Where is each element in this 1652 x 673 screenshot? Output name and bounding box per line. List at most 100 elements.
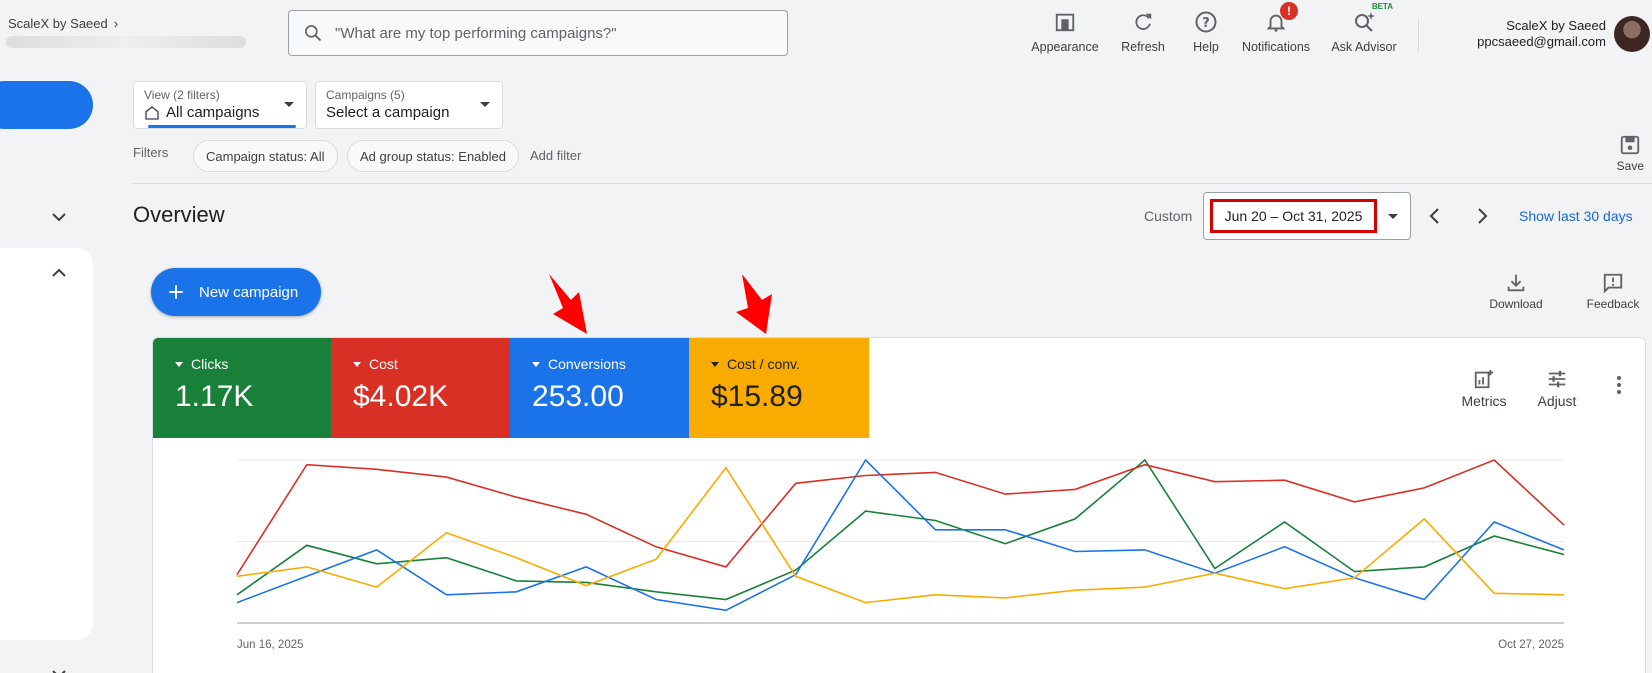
metric-tile-clicks[interactable]: Clicks 1.17K xyxy=(153,338,331,438)
header-divider xyxy=(1418,18,1419,52)
campaign-selector[interactable]: Campaigns (5) Select a campaign xyxy=(315,81,503,129)
dropdown-caret-icon xyxy=(284,102,294,107)
metrics-button[interactable]: Metrics xyxy=(1454,368,1514,409)
page-title: Overview xyxy=(133,202,225,227)
advisor-icon xyxy=(1355,12,1375,32)
new-campaign-button[interactable]: New campaign xyxy=(151,268,321,316)
series-line-cost-conv- xyxy=(236,466,1565,604)
metric-name: Cost xyxy=(369,356,398,372)
view-selector-underline xyxy=(148,125,296,128)
download-label: Download xyxy=(1489,297,1543,311)
view-selector-value: All campaigns xyxy=(166,104,260,121)
chart-add-icon xyxy=(1474,369,1494,389)
help-label: Help xyxy=(1193,40,1219,54)
metric-value: 253.00 xyxy=(532,380,624,413)
save-icon xyxy=(1621,135,1640,155)
annotation-arrow-icon xyxy=(549,274,587,334)
download-icon xyxy=(1507,274,1525,292)
performance-line-chart: Jun 16, 2025 Oct 27, 2025 xyxy=(236,458,1565,651)
chevron-right-icon: › xyxy=(113,16,119,31)
avatar[interactable] xyxy=(1614,16,1650,52)
feedback-icon xyxy=(1603,273,1623,294)
save-label: Save xyxy=(1616,159,1644,173)
notifications-button[interactable]: ! Notifications xyxy=(1237,2,1315,54)
filter-chip-campaign-status[interactable]: Campaign status: All xyxy=(193,140,338,172)
help-button[interactable]: ? Help xyxy=(1186,8,1226,54)
metric-value: $4.02K xyxy=(353,380,449,413)
chevron-up-icon[interactable] xyxy=(47,261,71,285)
rail-nav-panel xyxy=(0,248,93,640)
metric-name: Clicks xyxy=(191,356,229,372)
user-info[interactable]: ScaleX by Saeed ppcsaeed@gmail.com xyxy=(1477,18,1606,50)
date-range-type: Custom xyxy=(1144,208,1193,224)
refresh-icon xyxy=(1135,13,1152,30)
tune-icon xyxy=(1548,370,1566,388)
search-icon xyxy=(305,25,322,42)
appearance-button[interactable]: Appearance xyxy=(1030,8,1100,54)
new-campaign-label: New campaign xyxy=(199,283,299,301)
dropdown-caret-icon xyxy=(175,361,183,367)
chart-series-group xyxy=(236,458,1565,612)
adjust-button[interactable]: Adjust xyxy=(1529,368,1585,409)
annotation-arrow-icon xyxy=(736,274,772,334)
performance-card: Clicks 1.17K Cost $4.02K Conversions 253… xyxy=(152,337,1646,673)
view-selector-caption: View (2 filters) xyxy=(144,88,220,102)
rail-create-button[interactable] xyxy=(0,81,93,129)
account-switcher[interactable]: ScaleX by Saeed › xyxy=(8,16,118,31)
add-filter-button[interactable]: Add filter xyxy=(530,148,581,163)
show-last-30-days-link[interactable]: Show last 30 days xyxy=(1519,208,1633,224)
store-icon xyxy=(145,105,159,120)
user-name: ScaleX by Saeed xyxy=(1506,18,1606,33)
filter-chip-ad-group-status[interactable]: Ad group status: Enabled xyxy=(347,140,519,172)
chevron-down-icon[interactable] xyxy=(47,662,71,673)
feedback-button[interactable]: Feedback xyxy=(1582,272,1644,311)
dropdown-caret-icon xyxy=(1388,214,1398,219)
appearance-icon xyxy=(1055,13,1075,32)
filters-label: Filters xyxy=(133,145,169,160)
series-line-cost xyxy=(236,459,1565,576)
account-name: ScaleX by Saeed xyxy=(8,16,108,31)
metric-tile-cost[interactable]: Cost $4.02K xyxy=(331,338,511,438)
metrics-label: Metrics xyxy=(1461,393,1507,409)
search-bar[interactable]: "What are my top performing campaigns?" xyxy=(288,10,788,56)
campaign-selector-value: Select a campaign xyxy=(326,104,450,121)
ask-advisor-button[interactable]: BETA Ask Advisor xyxy=(1328,2,1400,54)
chevron-right-icon[interactable] xyxy=(1470,204,1494,228)
chevron-down-icon[interactable] xyxy=(47,205,71,229)
notifications-label: Notifications xyxy=(1241,40,1311,54)
metric-tile-conversions[interactable]: Conversions 253.00 xyxy=(510,338,690,438)
metric-name: Conversions xyxy=(548,356,626,372)
chevron-left-icon[interactable] xyxy=(1423,204,1447,228)
search-placeholder: "What are my top performing campaigns?" xyxy=(335,24,617,42)
series-line-conversions xyxy=(236,458,1565,612)
refresh-button[interactable]: Refresh xyxy=(1117,8,1169,54)
help-icon: ? xyxy=(1195,11,1217,33)
user-email: ppcsaeed@gmail.com xyxy=(1477,34,1606,49)
dropdown-caret-icon xyxy=(353,361,361,367)
svg-text:?: ? xyxy=(1202,16,1210,31)
feedback-label: Feedback xyxy=(1586,297,1640,311)
metric-value: $15.89 xyxy=(711,380,803,413)
adjust-label: Adjust xyxy=(1537,393,1577,409)
account-id-redacted xyxy=(6,36,246,48)
dropdown-caret-icon xyxy=(532,361,540,367)
x-axis-end-label: Oct 27, 2025 xyxy=(1498,639,1564,651)
ask-advisor-label: Ask Advisor xyxy=(1331,40,1397,54)
more-options-icon[interactable] xyxy=(1617,376,1621,397)
download-button[interactable]: Download xyxy=(1486,272,1546,311)
metric-value: 1.17K xyxy=(175,380,254,413)
view-selector[interactable]: View (2 filters) All campaigns xyxy=(133,81,307,129)
dropdown-caret-icon xyxy=(711,361,719,367)
x-axis-start-label: Jun 16, 2025 xyxy=(237,639,304,651)
plus-icon xyxy=(169,285,183,299)
metric-name: Cost / conv. xyxy=(727,356,800,372)
series-line-clicks xyxy=(236,458,1565,601)
date-range-value: Jun 20 – Oct 31, 2025 xyxy=(1210,199,1377,233)
campaign-selector-caption: Campaigns (5) xyxy=(326,88,405,102)
metric-tile-cost-per-conv[interactable]: Cost / conv. $15.89 xyxy=(689,338,869,438)
section-divider xyxy=(133,183,1652,184)
save-button[interactable]: Save xyxy=(1617,134,1644,173)
date-range-picker[interactable]: Jun 20 – Oct 31, 2025 xyxy=(1203,192,1411,240)
dropdown-caret-icon xyxy=(480,102,490,107)
appearance-label: Appearance xyxy=(1031,40,1099,54)
